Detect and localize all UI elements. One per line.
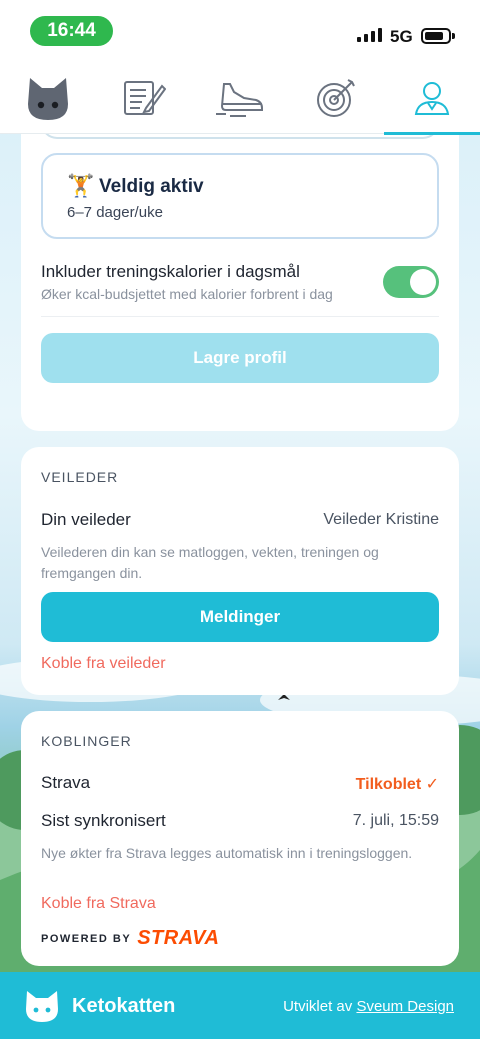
footer-credit-prefix: Utviklet av bbox=[283, 998, 353, 1015]
tab-training[interactable] bbox=[192, 62, 288, 134]
shoe-icon bbox=[216, 83, 263, 117]
toggle-knob bbox=[410, 269, 436, 295]
footer-bar: Ketokatten Utviklet av Sveum Design bbox=[0, 972, 480, 1039]
disconnect-coach-link[interactable]: Koble fra veileder bbox=[41, 655, 166, 673]
battery-tip bbox=[452, 33, 455, 39]
strava-logo: STRAVA bbox=[137, 927, 220, 949]
top-tab-bar bbox=[0, 62, 480, 135]
coach-help-text: Veilederen din kan se matloggen, vekten,… bbox=[41, 544, 379, 581]
coach-card: VEILEDER Din veileder Veileder Kristine … bbox=[21, 447, 459, 695]
profile-scroll-content[interactable]: 🏋️ Veldig aktiv 6–7 dager/uke Inkluder t… bbox=[0, 134, 480, 972]
tab-home[interactable] bbox=[0, 62, 96, 134]
tab-diary[interactable] bbox=[96, 62, 192, 134]
save-profile-button[interactable]: Lagre profil bbox=[41, 333, 439, 383]
battery-icon bbox=[421, 28, 451, 44]
tab-profile[interactable] bbox=[384, 62, 480, 135]
exercise-calories-description: Øker kcal-budsjettet med kalorier forbre… bbox=[41, 286, 333, 302]
signal-icon bbox=[357, 28, 382, 42]
cat-logo-icon bbox=[28, 78, 68, 120]
activity-option-previous[interactable] bbox=[41, 134, 439, 139]
sveum-design-link[interactable]: Sveum Design bbox=[356, 998, 454, 1015]
target-icon bbox=[317, 79, 355, 117]
strava-connected-status: Tilkoblet ✓ bbox=[355, 776, 439, 793]
disconnect-strava-link[interactable]: Koble fra Strava bbox=[41, 895, 156, 913]
coach-row-label: Din veileder bbox=[41, 510, 131, 529]
cat-logo-icon bbox=[26, 991, 58, 1022]
tab-goals[interactable] bbox=[288, 62, 384, 134]
profile-icon bbox=[414, 82, 450, 115]
powered-by-text: POWERED BY bbox=[41, 932, 132, 945]
coach-section-title: VEILEDER bbox=[41, 469, 119, 485]
connections-card: KOBLINGER Strava Tilkoblet ✓ Sist synkro… bbox=[21, 711, 459, 966]
weightlifter-icon: 🏋️ bbox=[67, 173, 95, 198]
clock-time: 16:44 bbox=[30, 16, 113, 46]
strava-help-text: Nye økter fra Strava legges automatisk i… bbox=[41, 845, 413, 861]
profile-card: 🏋️ Veldig aktiv 6–7 dager/uke Inkluder t… bbox=[21, 134, 459, 431]
activity-option-very-active[interactable]: 🏋️ Veldig aktiv 6–7 dager/uke bbox=[41, 153, 439, 239]
exercise-calories-label: Inkluder treningskalorier i dagsmål bbox=[41, 262, 300, 281]
powered-by-strava: POWERED BY STRAVA bbox=[41, 927, 219, 950]
diary-icon bbox=[124, 81, 166, 115]
activity-option-title: Veldig aktiv bbox=[99, 176, 204, 197]
last-sync-value: 7. juli, 15:59 bbox=[352, 812, 439, 829]
exercise-calories-toggle[interactable] bbox=[383, 266, 439, 298]
connections-section-title: KOBLINGER bbox=[41, 733, 132, 749]
divider bbox=[41, 316, 439, 317]
messages-button[interactable]: Meldinger bbox=[41, 592, 439, 642]
last-sync-label: Sist synkronisert bbox=[41, 811, 166, 830]
strava-row-label: Strava bbox=[41, 773, 91, 792]
status-bar: 16:44 5G bbox=[0, 0, 480, 62]
coach-name: Veileder Kristine bbox=[323, 511, 439, 528]
activity-option-subtitle: 6–7 dager/uke bbox=[67, 204, 163, 221]
footer-brand-name: Ketokatten bbox=[72, 995, 176, 1017]
footer-credit: Utviklet av Sveum Design bbox=[283, 998, 454, 1015]
network-label: 5G bbox=[390, 27, 413, 46]
